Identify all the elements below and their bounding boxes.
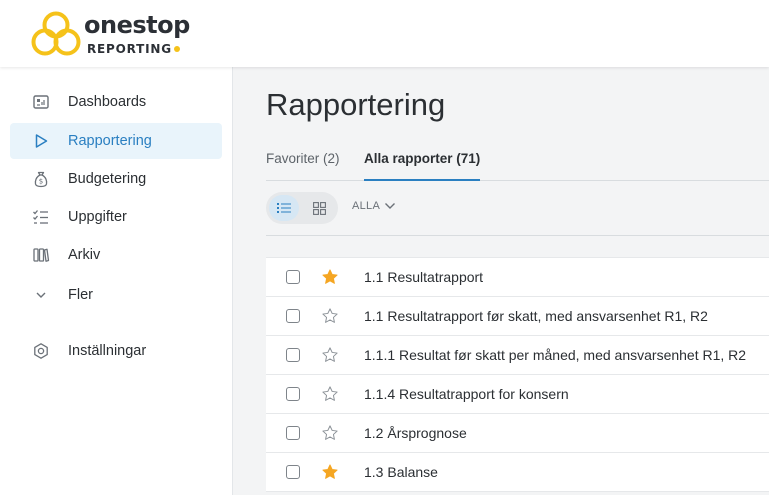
report-row[interactable]: 1.1 Resultatrapport: [266, 257, 769, 297]
money-bag-icon: $: [32, 170, 50, 188]
row-checkbox[interactable]: [286, 348, 300, 362]
star-outline-icon[interactable]: [321, 307, 339, 325]
svg-text:$: $: [39, 178, 43, 186]
row-checkbox[interactable]: [286, 387, 300, 401]
filter-dropdown[interactable]: ALLA: [352, 200, 396, 212]
sidebar-item-budgetering[interactable]: $ Budgetering: [10, 161, 222, 197]
report-row[interactable]: 1.1 Resultatrapport før skatt, med ansva…: [266, 297, 769, 336]
play-icon: [32, 132, 50, 150]
report-row[interactable]: 1.2 Årsprognose: [266, 414, 769, 453]
star-outline-icon[interactable]: [321, 346, 339, 364]
report-row[interactable]: 1.1.1 Resultat før skatt per måned, med …: [266, 336, 769, 375]
report-list: 1.1 Resultatrapport 1.1 Resultatrapport …: [266, 257, 769, 492]
sidebar-item-label: Fler: [68, 287, 93, 303]
star-outline-icon[interactable]: [321, 385, 339, 403]
report-name: 1.1 Resultatrapport før skatt, med ansva…: [364, 308, 708, 324]
report-name: 1.1.1 Resultat før skatt per måned, med …: [364, 347, 747, 363]
report-row[interactable]: 1.1.4 Resultatrapport for konsern: [266, 375, 769, 414]
dashboard-icon: [32, 93, 50, 111]
chevron-down-icon: [385, 203, 396, 209]
report-row[interactable]: 1.3 Balanse: [266, 453, 769, 492]
main-content: Rapportering Favoriter (2) Alla rapporte…: [233, 67, 769, 495]
tab-bar: Favoriter (2) Alla rapporter (71): [266, 151, 769, 181]
sidebar-item-label: Arkiv: [68, 247, 101, 263]
sidebar: Dashboards Rapportering $ Budgetering Up…: [0, 67, 233, 495]
report-name: 1.1 Resultatrapport: [364, 269, 484, 285]
page-title: Rapportering: [266, 87, 446, 122]
filter-dropdown-label: ALLA: [352, 200, 381, 212]
sidebar-item-label: Inställningar: [68, 343, 147, 359]
report-name: 1.1.4 Resultatrapport for konsern: [364, 386, 569, 402]
sidebar-item-arkiv[interactable]: Arkiv: [10, 237, 222, 273]
grid-view-button[interactable]: [304, 195, 334, 221]
sidebar-item-rapportering[interactable]: Rapportering: [10, 123, 222, 159]
view-toggle: [266, 192, 338, 224]
list-view-button[interactable]: [269, 195, 299, 221]
logo-mark-icon: [31, 11, 81, 56]
tab-favoriter[interactable]: Favoriter (2): [266, 151, 340, 179]
sidebar-item-fler[interactable]: Fler: [10, 277, 222, 313]
grid-view-icon: [312, 201, 326, 215]
star-filled-icon[interactable]: [321, 463, 339, 481]
report-name: 1.2 Årsprognose: [364, 425, 467, 441]
list-view-icon: [277, 203, 291, 213]
report-name: 1.3 Balanse: [364, 464, 438, 480]
star-outline-icon[interactable]: [321, 424, 339, 442]
top-bar: onestop REPORTING: [0, 0, 769, 67]
sidebar-item-label: Dashboards: [68, 94, 147, 110]
logo-subtitle: REPORTING: [87, 42, 180, 56]
logo-dot-icon: [173, 46, 180, 52]
onestop-logo[interactable]: onestop REPORTING: [30, 11, 190, 59]
checklist-icon: [32, 208, 50, 226]
logo-wordmark: onestop: [84, 11, 190, 39]
row-checkbox[interactable]: [286, 309, 300, 323]
tab-alla-rapporter[interactable]: Alla rapporter (71): [364, 151, 481, 181]
sidebar-item-label: Uppgifter: [68, 209, 127, 225]
row-checkbox[interactable]: [286, 426, 300, 440]
chevron-down-icon: [32, 286, 50, 304]
archive-icon: [32, 246, 50, 264]
gear-icon: [32, 342, 50, 360]
row-checkbox[interactable]: [286, 270, 300, 284]
sidebar-item-label: Budgetering: [68, 171, 147, 187]
row-checkbox[interactable]: [286, 465, 300, 479]
sidebar-item-dashboards[interactable]: Dashboards: [10, 84, 222, 120]
sidebar-item-installningar[interactable]: Inställningar: [10, 333, 222, 369]
list-toolbar: ALLA: [266, 191, 769, 236]
sidebar-item-label: Rapportering: [68, 133, 152, 149]
star-filled-icon[interactable]: [321, 268, 339, 286]
sidebar-item-uppgifter[interactable]: Uppgifter: [10, 199, 222, 235]
